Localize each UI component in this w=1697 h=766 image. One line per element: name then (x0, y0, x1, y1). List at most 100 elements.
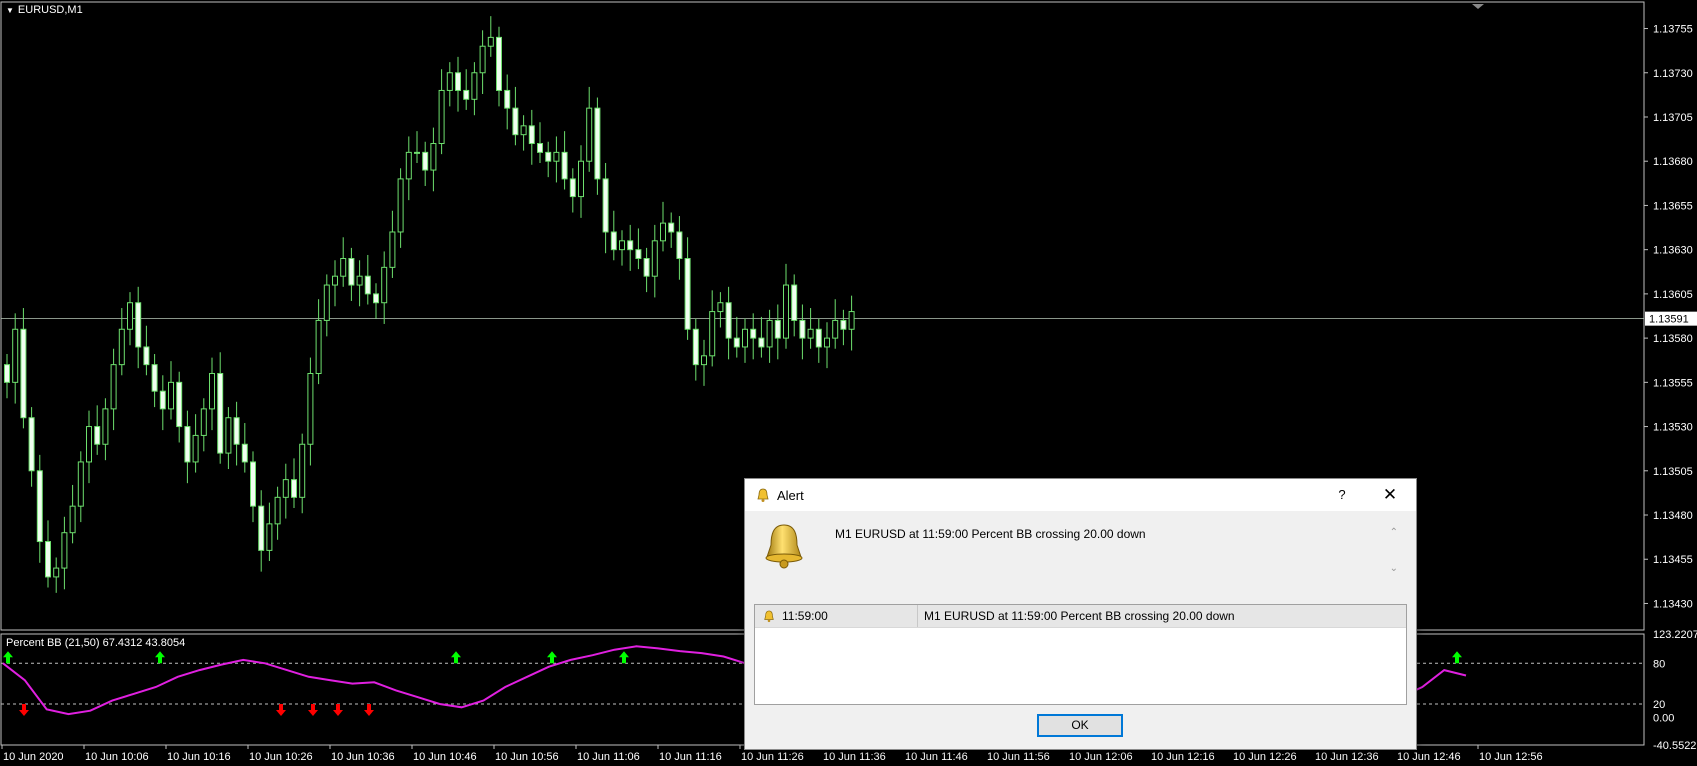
candle-bear (364, 275, 371, 295)
candle-bear (36, 470, 43, 543)
time-tick-label: 10 Jun 11:16 (659, 751, 722, 763)
candle-bear (20, 328, 27, 419)
candle-bear (545, 151, 552, 162)
price-tick-label: 1.13555 (1653, 377, 1693, 389)
candle-bear (348, 258, 355, 286)
candle-bull (200, 408, 207, 436)
time-tick-label: 10 Jun 12:26 (1233, 751, 1297, 763)
candle-bull (438, 89, 445, 145)
candle-bull (660, 222, 666, 242)
candle-bull (53, 567, 60, 578)
indicator-tick-label: 80 (1653, 658, 1665, 670)
candle-bear (217, 372, 224, 454)
time-tick-label: 10 Jun 2020 (3, 751, 64, 763)
candle-bear (774, 319, 781, 339)
scroll-marker-icon (1472, 4, 1484, 9)
alert-list[interactable]: 11:59:00 M1 EURUSD at 11:59:00 Percent B… (754, 604, 1407, 705)
candle-bear (815, 328, 822, 348)
candle-bear (373, 293, 379, 304)
candle-bull (315, 319, 322, 374)
candle-bear (561, 151, 568, 180)
price-tick-label: 1.13630 (1653, 245, 1693, 257)
time-tick-label: 10 Jun 10:16 (167, 751, 231, 763)
candle-bear (610, 231, 617, 251)
candle-bear (504, 89, 511, 109)
time-tick-label: 10 Jun 11:56 (987, 751, 1050, 763)
candle-bull (12, 328, 19, 383)
candle-bull (307, 372, 314, 445)
candle-bear (594, 107, 601, 180)
candle-bull (578, 160, 584, 198)
candle-bear (28, 417, 35, 472)
time-tick-label: 10 Jun 12:56 (1479, 751, 1543, 763)
candle-bear (569, 178, 576, 198)
candle-bear (684, 258, 691, 330)
candle-bull (783, 284, 789, 339)
candle-bull (848, 311, 855, 330)
close-button[interactable]: ✕ (1378, 484, 1402, 506)
down-arrow-icon (276, 703, 286, 716)
candle-bear (250, 461, 256, 507)
candle-bear (94, 426, 101, 445)
candle-bear (496, 36, 502, 91)
ok-button[interactable]: OK (1037, 714, 1123, 737)
price-tick-label: 1.13480 (1653, 510, 1693, 522)
candle-bear (791, 284, 798, 321)
price-tick-label: 1.13705 (1653, 112, 1693, 124)
candle-bear (602, 178, 609, 233)
candle-bear (676, 231, 683, 260)
price-tick-label: 1.13530 (1653, 422, 1693, 434)
up-arrow-icon (155, 651, 165, 664)
candle-bull (709, 311, 716, 357)
candle-bull (832, 319, 839, 339)
price-tick-label: 1.13605 (1653, 289, 1693, 301)
candle-bear (635, 249, 642, 260)
indicator-tick-label: 123.2207 (1653, 629, 1697, 641)
list-item-message: M1 EURUSD at 11:59:00 Percent BB crossin… (924, 609, 1235, 623)
candle-bull (651, 240, 658, 277)
down-arrow-icon (308, 703, 318, 716)
candle-bull (282, 479, 289, 498)
candle-bear (692, 328, 699, 366)
candle-bull (701, 355, 707, 366)
candle-bull (102, 408, 109, 445)
dialog-titlebar[interactable]: Alert ? ✕ (745, 479, 1416, 511)
candle-bear (176, 381, 183, 428)
candle-bull (414, 151, 420, 154)
candle-bull (69, 505, 76, 534)
down-arrow-icon (364, 703, 374, 716)
candle-bull (766, 319, 773, 348)
scroll-up-icon[interactable]: ⌃ (1390, 527, 1398, 538)
candle-bull (86, 426, 92, 463)
time-tick-label: 10 Jun 12:46 (1397, 751, 1461, 763)
help-button[interactable]: ? (1330, 485, 1354, 505)
candle-bear (258, 505, 265, 551)
indicator-label: Percent BB (21,50) 67.4312 43.8054 (6, 637, 186, 649)
candle-bear (233, 417, 240, 445)
candle-bear (184, 426, 191, 463)
time-tick-label: 10 Jun 10:26 (249, 751, 313, 763)
up-arrow-icon (1452, 651, 1462, 664)
scroll-down-icon[interactable]: ⌄ (1390, 563, 1398, 574)
candle-bull (299, 443, 306, 498)
candle-bear (422, 151, 429, 171)
dropdown-triangle-icon[interactable]: ▼ (6, 6, 14, 15)
time-tick-label: 10 Jun 10:56 (495, 751, 559, 763)
down-arrow-icon (333, 703, 343, 716)
indicator-tick-label: 0.00 (1653, 713, 1674, 725)
candle-bear (241, 443, 248, 463)
candle-bear (750, 328, 757, 339)
candle-bull (446, 72, 453, 91)
candle-bull (397, 178, 404, 233)
candle-bull (479, 45, 486, 74)
candle-bull (127, 302, 133, 330)
list-item[interactable]: 11:59:00 M1 EURUSD at 11:59:00 Percent B… (755, 605, 1406, 628)
candle-bull (332, 275, 338, 286)
current-price-label: 1.13591 (1649, 314, 1689, 326)
candle-bull (168, 381, 174, 410)
up-arrow-icon (547, 651, 557, 664)
time-tick-label: 10 Jun 12:06 (1069, 751, 1133, 763)
candle-bull (471, 72, 478, 100)
candle-bear (668, 222, 675, 233)
candle-bear (135, 302, 142, 348)
